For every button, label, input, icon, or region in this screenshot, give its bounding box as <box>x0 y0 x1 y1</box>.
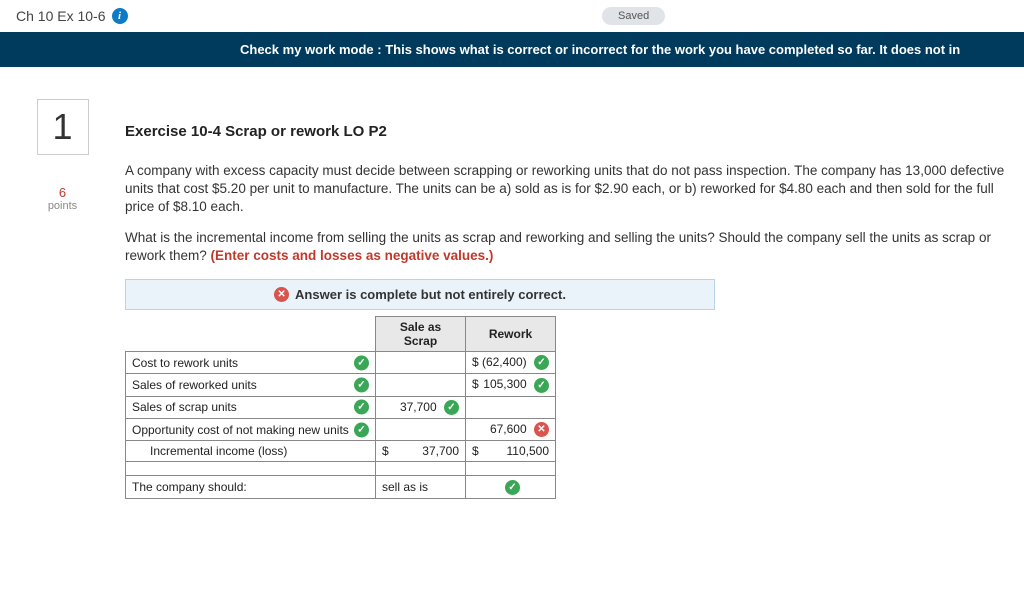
points-label: points <box>30 200 95 212</box>
check-icon: ✓ <box>354 422 369 437</box>
question-number[interactable]: 1 <box>37 99 89 155</box>
incremental-label: Incremental income (loss) <box>132 444 287 458</box>
row-label: Cost to rework units <box>132 356 238 370</box>
table-row: Sales of scrap units✓ 37,700 ✓ <box>126 396 556 418</box>
answer-status-text: Answer is complete but not entirely corr… <box>295 287 566 302</box>
exercise-title: Exercise 10-4 Scrap or rework LO P2 <box>125 123 1024 140</box>
spacer-row <box>126 462 556 476</box>
table-row: Cost to rework units✓ $(62,400) ✓ <box>126 352 556 374</box>
answer-status-banner: ✕ Answer is complete but not entirely co… <box>125 279 715 310</box>
saved-pill: Saved <box>602 7 665 25</box>
mode-banner: Check my work mode : This shows what is … <box>0 32 1024 67</box>
info-icon[interactable]: i <box>112 8 128 24</box>
check-icon: ✓ <box>354 378 369 393</box>
points-value: 6 <box>30 185 95 200</box>
check-icon: ✓ <box>444 400 459 415</box>
col-scrap: Sale as Scrap <box>376 317 466 352</box>
row-label: Sales of scrap units <box>132 400 237 414</box>
check-icon: ✓ <box>354 355 369 370</box>
x-icon: ✕ <box>534 422 549 437</box>
x-icon: ✕ <box>274 287 289 302</box>
left-column: 1 6 points <box>30 87 95 499</box>
check-icon: ✓ <box>534 378 549 393</box>
chapter-title: Ch 10 Ex 10-6 <box>16 8 106 24</box>
content: 1 6 points Exercise 10-4 Scrap or rework… <box>0 67 1024 499</box>
check-icon: ✓ <box>505 480 520 495</box>
table-row-total: Incremental income (loss) $37,700 $110,5… <box>126 441 556 462</box>
decision-row: The company should: sell as is ✓ <box>126 476 556 498</box>
check-icon: ✓ <box>354 400 369 415</box>
problem-text-2: What is the incremental income from sell… <box>125 229 1024 265</box>
table-header-row: Sale as Scrap Rework <box>126 317 556 352</box>
problem-text-1: A company with excess capacity must deci… <box>125 162 1024 217</box>
top-bar: Ch 10 Ex 10-6 i Saved <box>0 0 1024 32</box>
check-icon: ✓ <box>534 355 549 370</box>
row-label: Sales of reworked units <box>132 378 257 392</box>
row-label: Opportunity cost of not making new units <box>132 423 349 437</box>
decision-value[interactable]: sell as is <box>382 480 428 494</box>
col-rework: Rework <box>466 317 556 352</box>
answers-table: Sale as Scrap Rework Cost to rework unit… <box>125 316 556 499</box>
table-row: Sales of reworked units✓ $105,300 ✓ <box>126 374 556 396</box>
decision-label: The company should: <box>132 480 247 494</box>
main-column: Exercise 10-4 Scrap or rework LO P2 A co… <box>95 87 1024 499</box>
problem-red-instruction: (Enter costs and losses as negative valu… <box>211 248 494 263</box>
table-row: Opportunity cost of not making new units… <box>126 419 556 441</box>
